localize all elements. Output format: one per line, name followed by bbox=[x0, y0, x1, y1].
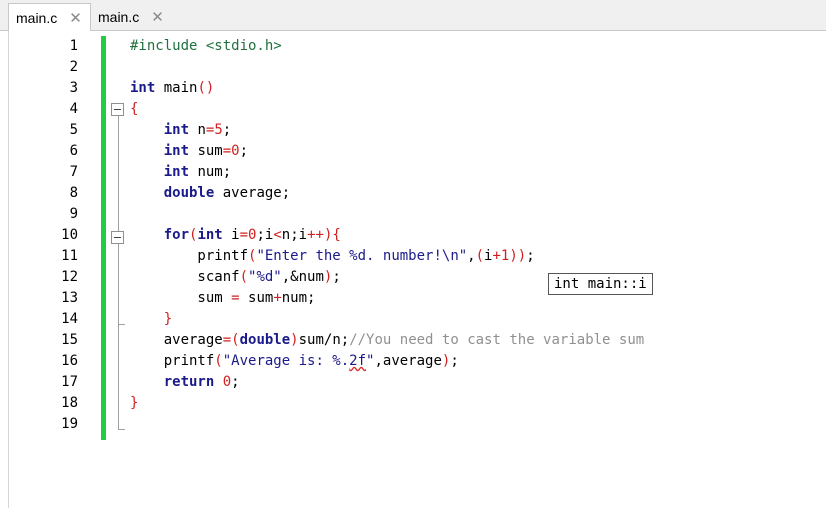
line-number: 17 bbox=[61, 374, 78, 390]
tab-main-c-1[interactable]: main.c ✕ bbox=[8, 3, 91, 32]
tab-label: main.c bbox=[98, 9, 140, 25]
line-number: 9 bbox=[69, 206, 78, 222]
code-line[interactable]: double average; bbox=[130, 183, 644, 204]
code-line[interactable]: { bbox=[130, 99, 644, 120]
change-marker-bar bbox=[101, 36, 106, 440]
code-line[interactable]: printf("Enter the %d. number!\n",(i+1)); bbox=[130, 246, 644, 267]
fold-end-marker bbox=[118, 324, 125, 325]
fold-collapse-icon[interactable] bbox=[111, 103, 124, 116]
code-line[interactable] bbox=[130, 414, 644, 435]
symbol-tooltip: int main::i bbox=[548, 273, 653, 295]
line-number: 19 bbox=[61, 416, 78, 432]
code-line[interactable]: printf("Average is: %.2f",average); bbox=[130, 351, 644, 372]
line-number: 13 bbox=[61, 290, 78, 306]
code-line[interactable]: int sum=0; bbox=[130, 141, 644, 162]
line-number: 5 bbox=[69, 122, 78, 138]
close-icon[interactable]: ✕ bbox=[151, 10, 164, 25]
line-number: 7 bbox=[69, 164, 78, 180]
code-line[interactable]: int n=5; bbox=[130, 120, 644, 141]
code-line[interactable]: int num; bbox=[130, 162, 644, 183]
line-number: 1 bbox=[69, 38, 78, 54]
tab-label: main.c bbox=[16, 10, 58, 26]
line-number: 4 bbox=[69, 101, 78, 117]
source-code[interactable]: #include <stdio.h> int main(){ int n=5; i… bbox=[130, 36, 644, 435]
line-number: 10 bbox=[61, 227, 78, 243]
code-line[interactable]: return 0; bbox=[130, 372, 644, 393]
code-line[interactable]: int main() bbox=[130, 78, 644, 99]
code-line[interactable]: average=(double)sum/n;//You need to cast… bbox=[130, 330, 645, 351]
code-line[interactable]: } bbox=[130, 393, 644, 414]
line-number: 8 bbox=[69, 185, 78, 201]
close-icon[interactable]: ✕ bbox=[69, 11, 82, 26]
line-number: 18 bbox=[61, 395, 78, 411]
line-number: 3 bbox=[69, 80, 78, 96]
line-number: 11 bbox=[61, 248, 78, 264]
code-line[interactable]: #include <stdio.h> bbox=[130, 36, 644, 57]
code-line[interactable]: } bbox=[130, 309, 644, 330]
line-number: 16 bbox=[61, 353, 78, 369]
editor-left-border bbox=[8, 31, 9, 508]
line-number: 6 bbox=[69, 143, 78, 159]
fold-guide-line bbox=[118, 116, 119, 429]
tab-main-c-2[interactable]: main.c ✕ bbox=[91, 3, 171, 31]
line-number: 15 bbox=[61, 332, 78, 348]
code-line[interactable]: for(int i=0;i<n;i++){ bbox=[130, 225, 644, 246]
code-line[interactable] bbox=[130, 57, 644, 78]
line-number: 14 bbox=[61, 311, 78, 327]
fold-collapse-icon[interactable] bbox=[111, 231, 124, 244]
fold-end-marker bbox=[118, 429, 125, 430]
code-line[interactable] bbox=[130, 204, 644, 225]
line-number: 2 bbox=[69, 59, 78, 75]
line-number: 12 bbox=[61, 269, 78, 285]
tab-bar: main.c ✕ main.c ✕ bbox=[0, 0, 826, 32]
